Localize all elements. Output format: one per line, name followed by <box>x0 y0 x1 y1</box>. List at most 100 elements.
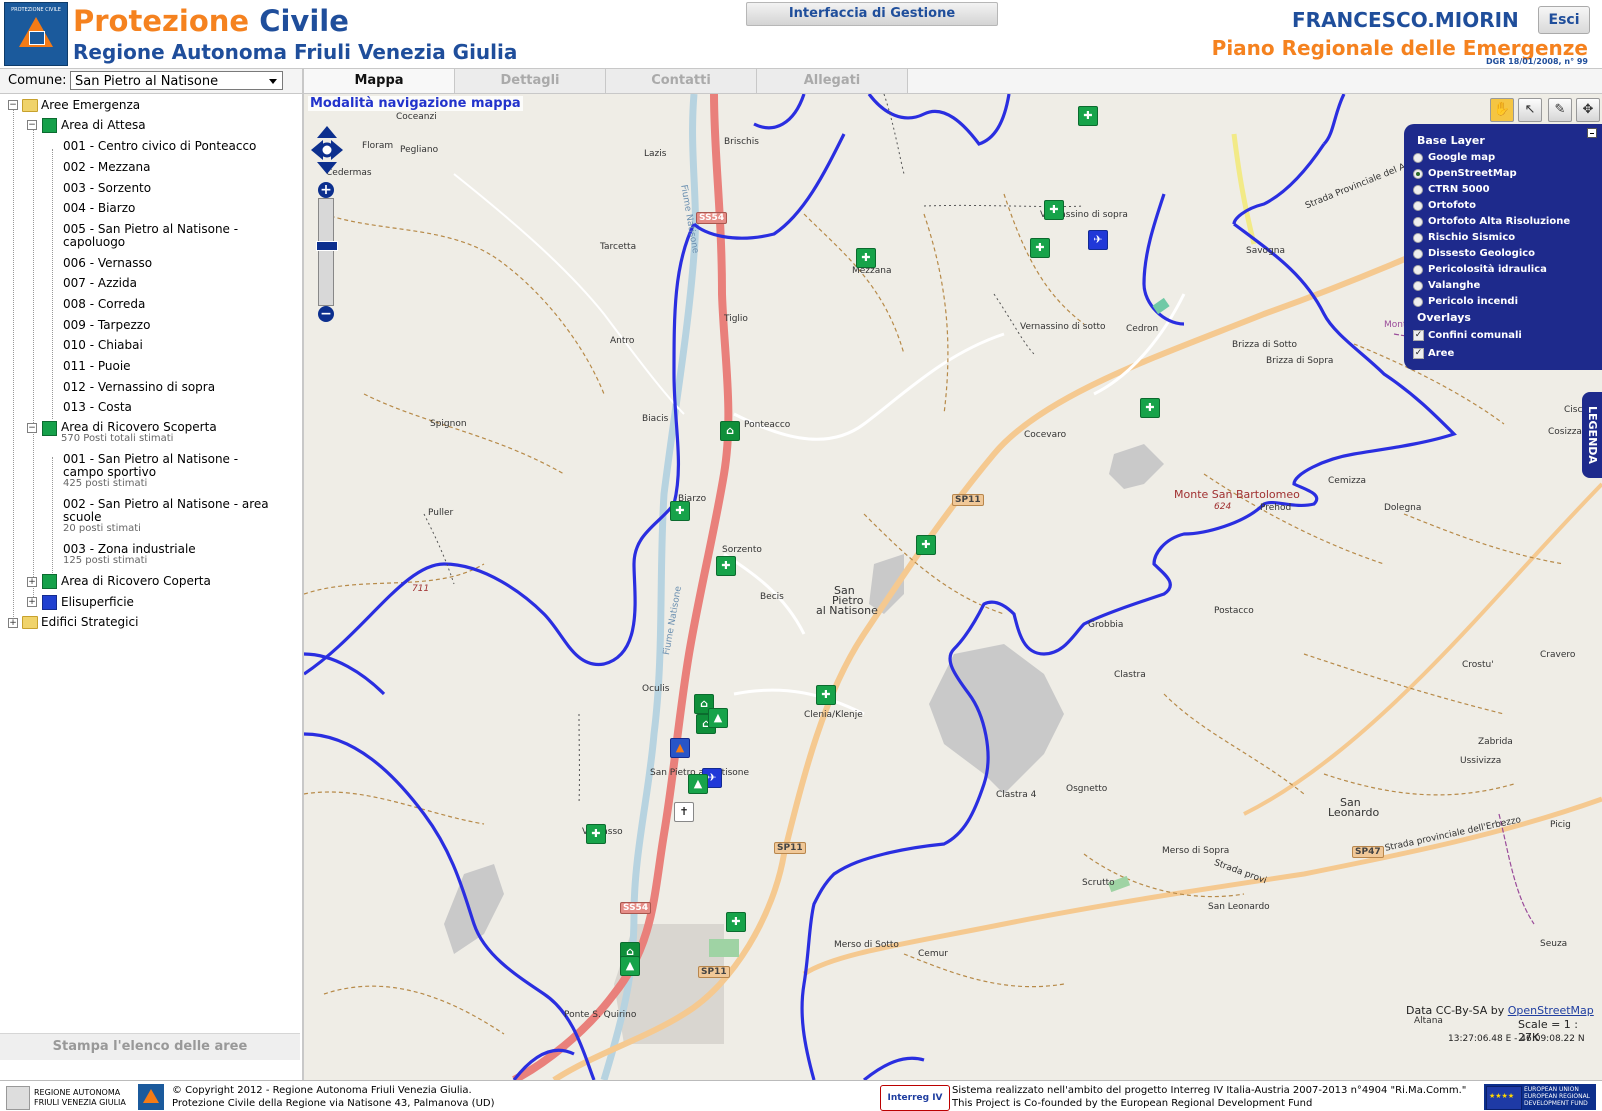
osm-link[interactable]: OpenStreetMap <box>1508 1004 1594 1017</box>
radio-icon[interactable] <box>1413 281 1423 291</box>
layer-option[interactable]: Dissesto Geologico <box>1413 248 1535 259</box>
edificio-strategico-marker[interactable]: ▲ <box>670 738 690 758</box>
radio-icon[interactable] <box>1413 169 1423 179</box>
church-marker[interactable]: ✝ <box>674 802 694 822</box>
tree-node-coperta[interactable]: Area di Ricovero Coperta <box>61 574 211 588</box>
overlay-option[interactable]: ✓ Aree <box>1413 348 1454 359</box>
admin-interface-button[interactable]: Interfaccia di Gestione <box>746 2 998 26</box>
ricovero-scoperta-marker[interactable]: ▲ <box>708 708 728 728</box>
tree-leaf[interactable]: 003 - Sorzento <box>63 181 151 195</box>
zoom-slider[interactable] <box>316 241 338 251</box>
zoom-in-button[interactable]: + <box>318 182 334 198</box>
expand-toggle[interactable]: + <box>27 597 37 607</box>
layer-option[interactable]: OpenStreetMap <box>1413 168 1517 179</box>
overlay-option[interactable]: ✓ Confini comunali <box>1413 330 1522 341</box>
checkbox-icon[interactable]: ✓ <box>1413 330 1424 341</box>
tab-allegati[interactable]: Allegati <box>757 69 908 93</box>
legend-tab[interactable]: LEGENDA <box>1582 392 1602 478</box>
comune-select[interactable]: San Pietro al Natisone <box>70 71 283 90</box>
layer-option[interactable]: Rischio Sismico <box>1413 232 1515 243</box>
tab-contatti[interactable]: Contatti <box>606 69 757 93</box>
tree-leaf[interactable]: 002 - Mezzana <box>63 160 151 174</box>
tree-leaf[interactable]: 005 - San Pietro al Natisone - <box>63 222 238 236</box>
layer-option[interactable]: Pericolo incendi <box>1413 296 1518 307</box>
minimize-icon[interactable] <box>1587 128 1597 138</box>
tree-leaf[interactable]: 008 - Correda <box>63 297 145 311</box>
attesa-marker[interactable]: ✚ <box>1140 398 1160 418</box>
attesa-marker[interactable]: ✚ <box>916 535 936 555</box>
tree-leaf-cont[interactable]: capoluogo <box>63 235 125 249</box>
tree-leaf[interactable]: 006 - Vernasso <box>63 256 152 270</box>
ricovero-scoperta-marker[interactable]: ▲ <box>688 774 708 794</box>
attesa-marker[interactable]: ✚ <box>726 912 746 932</box>
attesa-marker[interactable]: ✚ <box>816 685 836 705</box>
tree-node-scoperta[interactable]: Area di Ricovero Scoperta <box>61 420 217 434</box>
radio-icon[interactable] <box>1413 265 1423 275</box>
tree-leaf[interactable]: 013 - Costa <box>63 400 132 414</box>
collapse-toggle[interactable]: − <box>8 100 18 110</box>
tree-root-label[interactable]: Aree Emergenza <box>41 98 140 112</box>
region-line2: FRIULI VENEZIA GIULIA <box>34 1098 126 1107</box>
select-arrow-icon[interactable]: ↖ <box>1518 98 1542 122</box>
zoom-out-button[interactable]: − <box>318 306 334 322</box>
radio-icon[interactable] <box>1413 201 1423 211</box>
layer-option[interactable]: CTRN 5000 <box>1413 184 1490 195</box>
map-label: Seuza <box>1540 939 1568 949</box>
tab-mappa[interactable]: Mappa <box>304 69 455 93</box>
radio-icon[interactable] <box>1413 185 1423 195</box>
pan-control[interactable] <box>309 124 345 176</box>
radio-icon[interactable] <box>1413 297 1423 307</box>
layer-option[interactable]: Google map <box>1413 152 1495 163</box>
zoom-bar[interactable] <box>318 198 334 306</box>
tab-dettagli[interactable]: Dettagli <box>455 69 606 93</box>
attesa-marker[interactable]: ✚ <box>1044 200 1064 220</box>
radio-icon[interactable] <box>1413 153 1423 163</box>
move-icon[interactable]: ✥ <box>1576 98 1600 122</box>
coordinates-readout: 13:27:06.48 E - 46:09:08.22 N <box>1448 1034 1585 1044</box>
tree-leaf[interactable]: 002 - San Pietro al Natisone - area <box>63 497 269 511</box>
layer-option[interactable]: Ortofoto Alta Risoluzione <box>1413 216 1570 227</box>
attesa-marker[interactable]: ✚ <box>1030 238 1050 258</box>
tree-leaf-cont[interactable]: scuole <box>63 510 102 524</box>
attesa-marker[interactable]: ✚ <box>586 824 606 844</box>
logo-caption: PROTEZIONE CIVILE <box>11 7 61 13</box>
expand-toggle[interactable]: + <box>27 577 37 587</box>
tree-node-attesa[interactable]: Area di Attesa <box>61 118 146 132</box>
radio-icon[interactable] <box>1413 233 1423 243</box>
collapse-toggle[interactable]: − <box>27 423 37 433</box>
attesa-marker[interactable]: ✚ <box>1078 106 1098 126</box>
print-list-button[interactable]: Stampa l'elenco delle aree <box>0 1033 300 1060</box>
radio-icon[interactable] <box>1413 217 1423 227</box>
attesa-marker[interactable]: ✚ <box>670 501 690 521</box>
tree-leaf[interactable]: 011 - Puoie <box>63 359 131 373</box>
helipad-marker[interactable]: ✈ <box>1088 230 1108 250</box>
tree-leaf[interactable]: 003 - Zona industriale <box>63 542 196 556</box>
tree-leaf[interactable]: 009 - Tarpezzo <box>63 318 150 332</box>
radio-icon[interactable] <box>1413 249 1423 259</box>
layer-option[interactable]: Pericolosità idraulica <box>1413 264 1547 275</box>
layer-option[interactable]: Ortofoto <box>1413 200 1476 211</box>
attesa-marker[interactable]: ✚ <box>856 248 876 268</box>
tree-node-elisuperficie[interactable]: Elisuperficie <box>61 595 134 609</box>
tree-leaf[interactable]: 001 - Centro civico di Ponteacco <box>63 139 256 153</box>
collapse-toggle[interactable]: − <box>27 120 37 130</box>
attesa-marker[interactable]: ✚ <box>716 556 736 576</box>
logout-button[interactable]: Esci <box>1538 6 1590 34</box>
tree-leaf[interactable]: 001 - San Pietro al Natisone - <box>63 452 238 466</box>
map-view[interactable]: Modalità navigazione mappa Coceanzi Flor… <box>304 94 1602 1080</box>
tree-leaf[interactable]: 007 - Azzida <box>63 276 137 290</box>
draw-pen-icon[interactable]: ✎ <box>1548 98 1572 122</box>
tree-leaf-cont[interactable]: campo sportivo <box>63 465 156 479</box>
tree-node-edifici[interactable]: Edifici Strategici <box>41 615 138 629</box>
tree-leaf[interactable]: 004 - Biarzo <box>63 201 135 215</box>
expand-toggle[interactable]: + <box>8 618 18 628</box>
app-title-civile: Civile <box>259 4 349 38</box>
ricovero-scoperta-marker[interactable]: ▲ <box>620 956 640 976</box>
ricovero-coperta-marker[interactable]: ⌂ <box>720 421 740 441</box>
attribution: Data CC-By-SA by OpenStreetMap <box>1406 1004 1594 1017</box>
pan-hand-icon[interactable]: ✋ <box>1490 98 1514 122</box>
tree-leaf[interactable]: 012 - Vernassino di sopra <box>63 380 215 394</box>
layer-option[interactable]: Valanghe <box>1413 280 1480 291</box>
tree-leaf[interactable]: 010 - Chiabai <box>63 338 143 352</box>
checkbox-icon[interactable]: ✓ <box>1413 348 1424 359</box>
